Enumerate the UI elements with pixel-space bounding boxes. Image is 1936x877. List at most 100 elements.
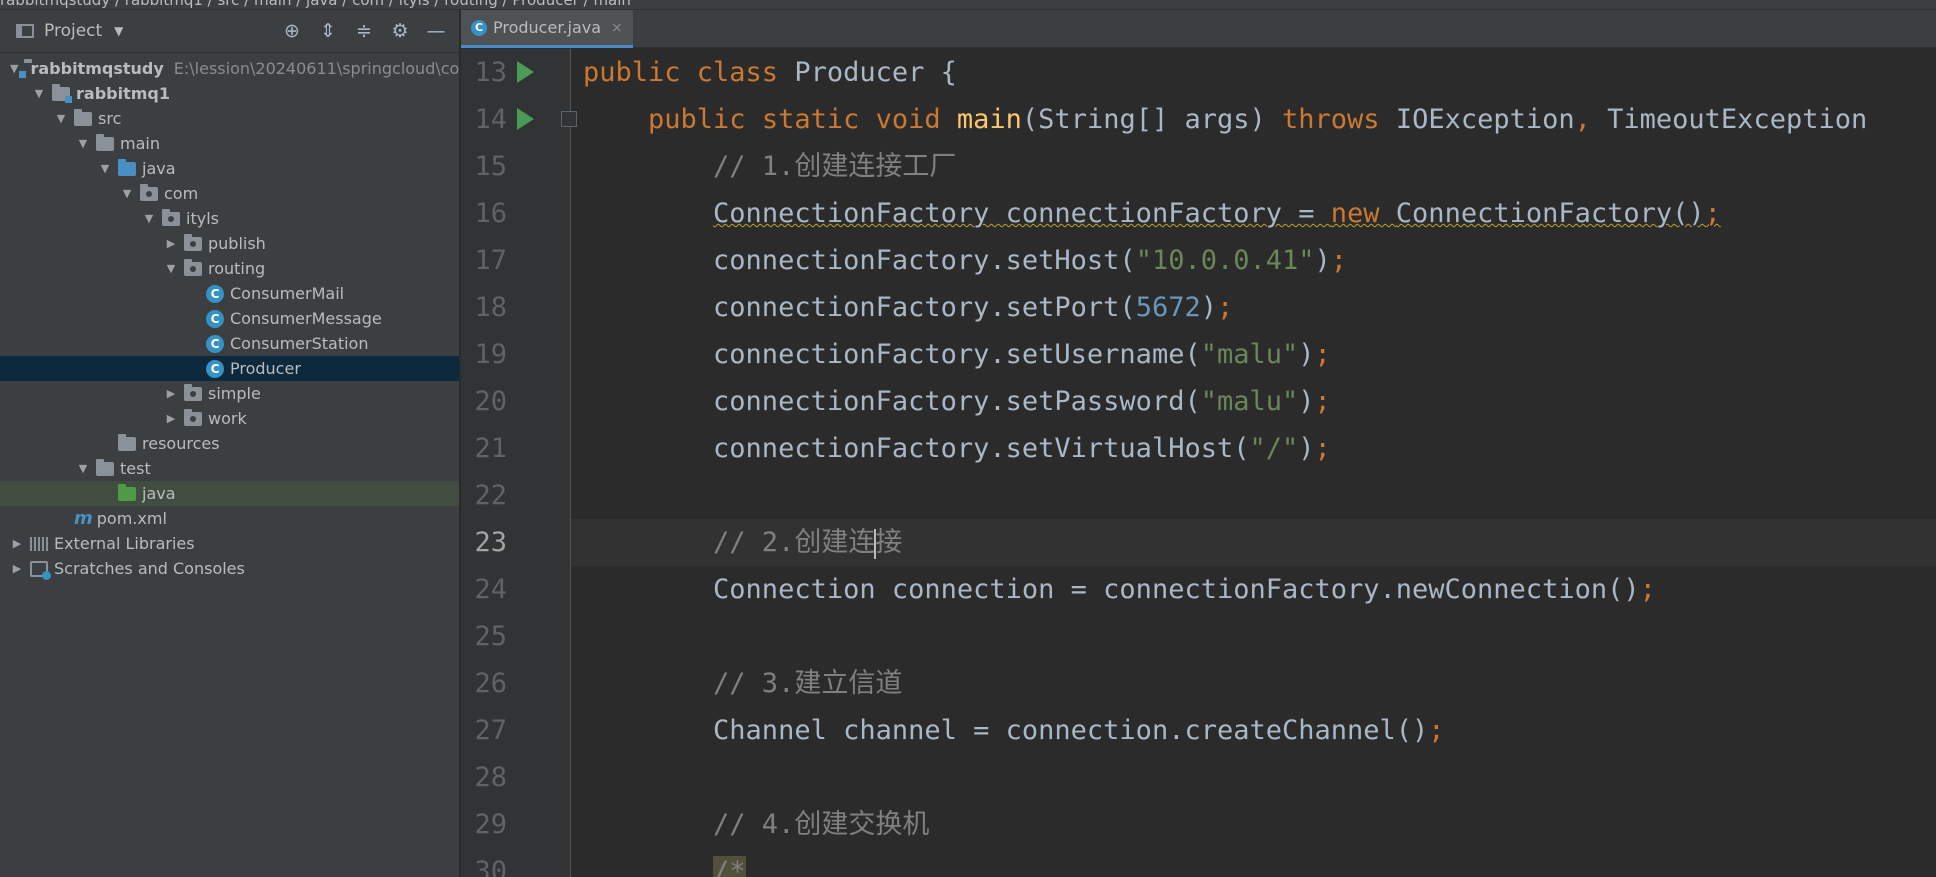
code-line[interactable]: Connection connection = connectionFactor… xyxy=(571,566,1936,613)
tree-item-pom[interactable]: m pom.xml xyxy=(0,506,459,531)
tree-item-com[interactable]: ▼ com xyxy=(0,181,459,206)
tree-item-rabbitmq1[interactable]: ▼ rabbitmq1 xyxy=(0,81,459,106)
code-line[interactable]: /* xyxy=(571,848,1936,877)
code-line[interactable] xyxy=(571,472,1936,519)
gear-icon[interactable]: ⚙ xyxy=(389,20,411,42)
tab-producer-java[interactable]: C Producer.java × xyxy=(461,10,633,48)
line-number: 28 xyxy=(474,762,507,793)
tree-item-work[interactable]: ▶ work xyxy=(0,406,459,431)
tree-item-label: Producer xyxy=(230,359,301,378)
code-line[interactable] xyxy=(571,754,1936,801)
chevron-down-icon[interactable]: ▼ xyxy=(10,62,18,75)
code-line[interactable]: // 3.建立信道 xyxy=(571,660,1936,707)
locate-icon[interactable]: ⊕ xyxy=(281,20,303,42)
package-icon xyxy=(184,258,202,276)
tree-item-consumermail[interactable]: C ConsumerMail xyxy=(0,281,459,306)
tree-item-label: java xyxy=(142,159,176,178)
tree-item-src[interactable]: ▼ src xyxy=(0,106,459,131)
class-icon: C xyxy=(206,334,224,353)
line-number: 29 xyxy=(474,809,507,840)
code-line[interactable]: connectionFactory.setUsername("malu"); xyxy=(571,331,1936,378)
tree-item-producer[interactable]: C Producer xyxy=(0,356,459,381)
code-line[interactable]: public class Producer { xyxy=(571,49,1936,96)
code-line[interactable]: ConnectionFactory connectionFactory = ne… xyxy=(571,190,1936,237)
chevron-right-icon[interactable]: ▶ xyxy=(164,412,178,425)
tree-item-label: main xyxy=(120,134,160,153)
chevron-down-icon[interactable]: ▼ xyxy=(76,462,90,475)
maven-icon: m xyxy=(74,508,93,529)
code-line[interactable]: // 1.创建连接工厂 xyxy=(571,143,1936,190)
tree-item-consumermessage[interactable]: C ConsumerMessage xyxy=(0,306,459,331)
chevron-down-icon[interactable]: ▼ xyxy=(98,162,112,175)
tree-item-main[interactable]: ▼ main xyxy=(0,131,459,156)
tree-item-ityls[interactable]: ▼ ityls xyxy=(0,206,459,231)
code-line[interactable]: connectionFactory.setPort(5672); xyxy=(571,284,1936,331)
tree-item-label: routing xyxy=(208,259,266,278)
code-line[interactable]: connectionFactory.setVirtualHost("/"); xyxy=(571,425,1936,472)
chevron-down-icon[interactable]: ▼ xyxy=(32,87,46,100)
line-number: 22 xyxy=(474,480,507,511)
tree-item-label: ConsumerStation xyxy=(230,334,369,353)
breadcrumb[interactable]: rabbitmqstudy / rabbitmq1 / src / main /… xyxy=(0,0,631,9)
line-number: 17 xyxy=(474,245,507,276)
run-icon[interactable] xyxy=(517,61,534,83)
hide-icon[interactable]: — xyxy=(425,20,447,42)
tree-item-label: java xyxy=(142,484,176,503)
navigation-breadcrumb-bar: rabbitmqstudy / rabbitmq1 / src / main /… xyxy=(0,0,1936,10)
chevron-down-icon[interactable]: ▼ xyxy=(164,262,178,275)
tree-item-simple[interactable]: ▶ simple xyxy=(0,381,459,406)
chevron-down-icon[interactable]: ▼ xyxy=(54,112,68,125)
code-area[interactable]: public class Producer { public static vo… xyxy=(571,49,1936,877)
class-icon: C xyxy=(206,284,224,303)
tree-item-java[interactable]: ▼ java xyxy=(0,156,459,181)
code-line[interactable]: connectionFactory.setHost("10.0.0.41"); xyxy=(571,237,1936,284)
chevron-down-icon[interactable]: ▼ xyxy=(76,137,90,150)
chevron-down-icon[interactable]: ▼ xyxy=(142,212,156,225)
tree-item-label: ConsumerMail xyxy=(230,284,345,303)
line-number: 16 xyxy=(474,198,507,229)
code-line-current[interactable]: // 2.创建连接 xyxy=(571,519,1936,566)
tree-item-rabbitmqstudy[interactable]: ▼ rabbitmqstudy E:\lession\20240611\spri… xyxy=(0,56,460,81)
scratch-icon xyxy=(30,560,51,580)
tree-item-path: E:\lession\20240611\springcloud\code xyxy=(173,59,460,78)
chevron-right-icon[interactable]: ▶ xyxy=(10,537,24,550)
collapse-all-icon[interactable]: ≑ xyxy=(353,20,375,42)
code-line[interactable]: connectionFactory.setPassword("malu"); xyxy=(571,378,1936,425)
tree-item-scratches[interactable]: ▶ Scratches and Consoles xyxy=(0,556,459,581)
chevron-down-icon[interactable]: ▼ xyxy=(120,187,134,200)
class-icon: C xyxy=(206,309,224,328)
project-icon xyxy=(16,24,34,38)
run-icon[interactable] xyxy=(517,108,534,130)
chevron-right-icon[interactable]: ▶ xyxy=(164,237,178,250)
project-pane-title[interactable]: Project xyxy=(44,21,102,41)
test-folder-icon xyxy=(118,483,136,501)
tree-item-test-java[interactable]: java xyxy=(0,481,459,506)
package-icon xyxy=(184,408,202,426)
code-line[interactable]: public static void main(String[] args) t… xyxy=(571,96,1936,143)
chevron-right-icon[interactable]: ▶ xyxy=(10,562,24,575)
line-number: 19 xyxy=(474,339,507,370)
close-icon[interactable]: × xyxy=(611,20,623,36)
editor-gutter[interactable]: 13 14 15 16 17 18 19 20 21 22 23 24 25 2… xyxy=(461,49,577,877)
tab-label: Producer.java xyxy=(493,18,602,37)
folder-icon xyxy=(74,108,92,126)
tree-item-routing[interactable]: ▼ routing xyxy=(0,256,459,281)
chevron-down-icon[interactable]: ▼ xyxy=(114,24,123,38)
editor-tab-bar: C Producer.java × xyxy=(461,10,1936,48)
tree-item-test[interactable]: ▼ test xyxy=(0,456,459,481)
folder-icon xyxy=(96,458,114,476)
line-number: 15 xyxy=(474,151,507,182)
code-line[interactable] xyxy=(571,613,1936,660)
code-line[interactable]: Channel channel = connection.createChann… xyxy=(571,707,1936,754)
tree-item-consumerstation[interactable]: C ConsumerStation xyxy=(0,331,459,356)
project-pane-header: Project ▼ ⊕ ⇕ ≑ ⚙ — xyxy=(0,10,459,53)
class-name: Producer xyxy=(794,57,925,88)
tree-item-external-libraries[interactable]: ▶ External Libraries xyxy=(0,531,459,556)
tree-item-publish[interactable]: ▶ publish xyxy=(0,231,459,256)
chevron-right-icon[interactable]: ▶ xyxy=(164,387,178,400)
tree-item-resources[interactable]: resources xyxy=(0,431,459,456)
package-icon xyxy=(184,233,202,251)
expand-all-icon[interactable]: ⇕ xyxy=(317,20,339,42)
tree-item-label: resources xyxy=(142,434,220,453)
code-line[interactable]: // 4.创建交换机 xyxy=(571,801,1936,848)
